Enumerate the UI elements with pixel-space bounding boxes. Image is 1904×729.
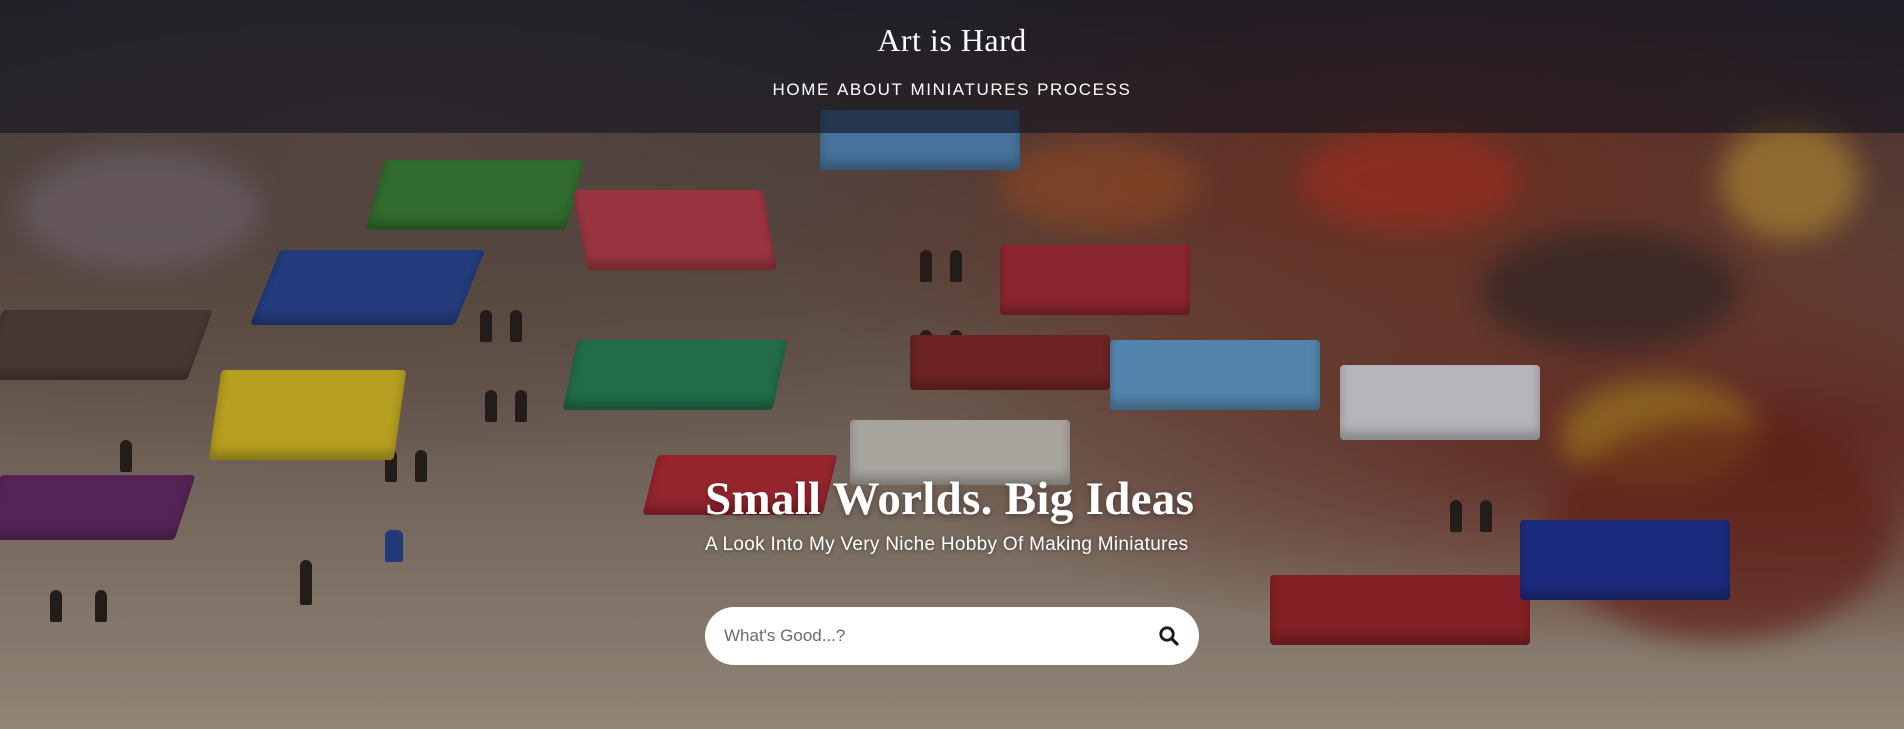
hero-heading: Small Worlds. Big Ideas bbox=[705, 473, 1195, 525]
nav-item-miniatures[interactable]: MINIATURES bbox=[911, 80, 1031, 100]
site-title[interactable]: Art is Hard bbox=[0, 22, 1904, 59]
nav-item-home[interactable]: HOME bbox=[773, 80, 830, 100]
search-input[interactable] bbox=[722, 625, 1126, 647]
main-nav: HOME ABOUT MINIATURES PROCESS bbox=[0, 80, 1904, 100]
site-header: Art is Hard HOME ABOUT MINIATURES PROCES… bbox=[0, 0, 1904, 133]
nav-item-about[interactable]: ABOUT bbox=[837, 80, 904, 100]
search-bar bbox=[705, 607, 1199, 665]
nav-item-process[interactable]: PROCESS bbox=[1037, 80, 1131, 100]
search-icon[interactable] bbox=[1157, 624, 1181, 648]
hero-section: Small Worlds. Big Ideas A Look Into My V… bbox=[705, 472, 1199, 556]
hero-subheading: A Look Into My Very Niche Hobby Of Makin… bbox=[705, 534, 1189, 555]
